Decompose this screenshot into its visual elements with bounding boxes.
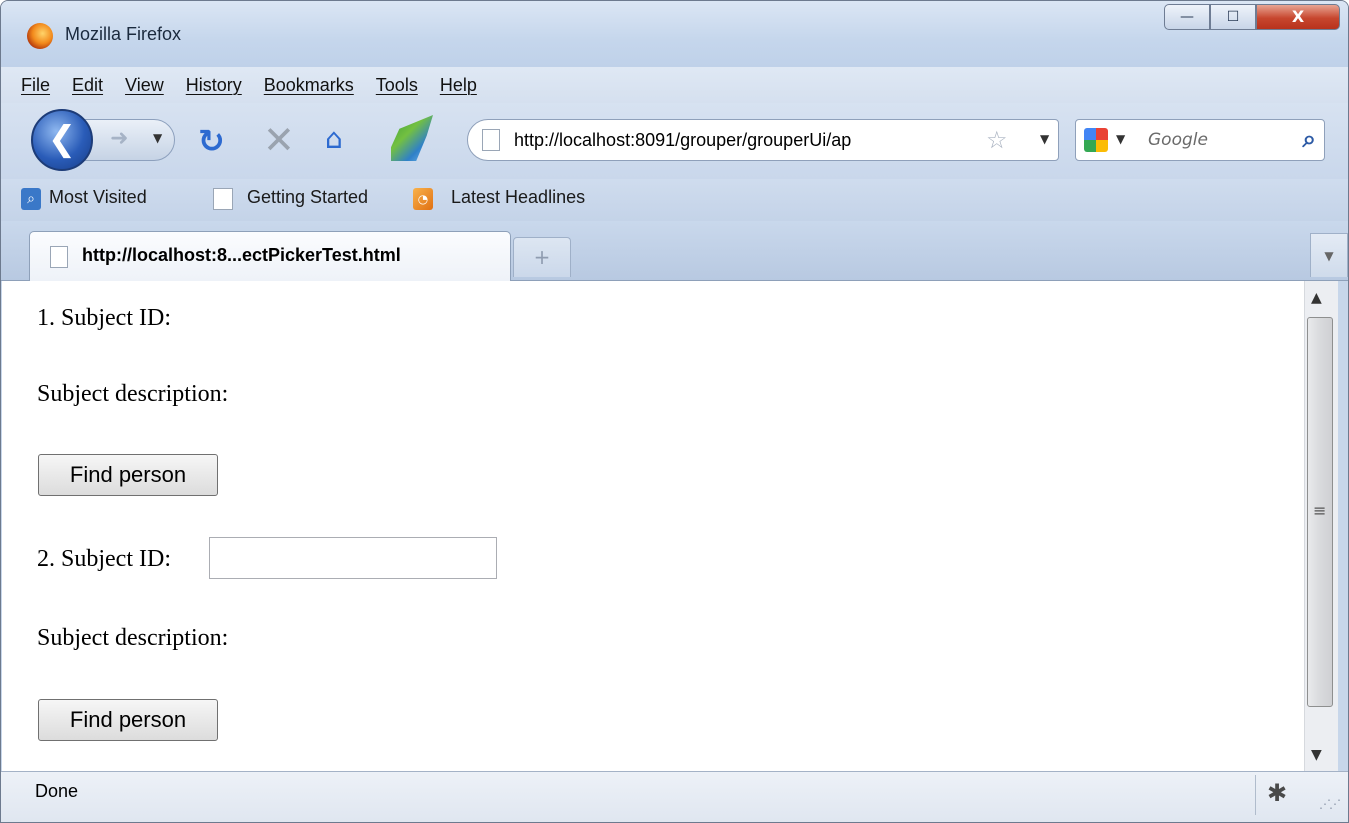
stop-icon[interactable]: ✕	[263, 118, 295, 162]
status-text: Done	[35, 781, 79, 801]
history-dropdown-icon[interactable]: ▼	[153, 131, 162, 145]
search-input[interactable]: Google	[1148, 130, 1208, 150]
page-content	[2, 281, 1304, 771]
search-engine-dropdown-icon[interactable]: ▼	[1116, 132, 1125, 146]
tab-active[interactable]: http://localhost:8...ectPickerTest.html	[29, 231, 511, 281]
find-person-button-2[interactable]: Find person	[38, 699, 218, 741]
bookmark-getting-started[interactable]: Getting Started	[247, 187, 368, 208]
search-bar[interactable]: ▼ Google ⌕	[1075, 119, 1325, 161]
page-icon	[213, 188, 233, 210]
forward-icon: ➜	[110, 126, 129, 151]
back-button[interactable]: ❮	[31, 109, 93, 171]
bookmark-latest-headlines[interactable]: Latest Headlines	[451, 187, 585, 208]
scroll-up-icon[interactable]: ▲	[1311, 290, 1322, 306]
search-engine-icon[interactable]	[1084, 128, 1108, 152]
window-title: Mozilla Firefox	[65, 24, 182, 44]
back-icon: ❮	[47, 119, 77, 159]
scroll-down-icon[interactable]: ▼	[1311, 747, 1322, 763]
reload-icon[interactable]: ↻	[198, 122, 225, 160]
chevron-down-icon: ▼	[1324, 249, 1334, 263]
menu-bar: File Edit View History Bookmarks Tools H…	[1, 67, 1348, 103]
search-icon[interactable]: ⌕	[1303, 125, 1316, 153]
bookmark-most-visited[interactable]: Most Visited	[49, 187, 147, 208]
url-input[interactable]: http://localhost:8091/grouper/grouperUi/…	[514, 130, 851, 151]
most-visited-icon: ⌕	[21, 188, 41, 210]
new-tab-button[interactable]: +	[513, 237, 571, 277]
subject-description-label-1: Subject description:	[37, 381, 229, 407]
subject-id-input-2[interactable]	[209, 537, 497, 579]
url-bar[interactable]: http://localhost:8091/grouper/grouperUi/…	[467, 119, 1059, 161]
scrollbar-grip-icon: ≡	[1313, 501, 1327, 520]
status-divider	[1255, 775, 1256, 815]
star-icon[interactable]: ☆	[986, 126, 1008, 154]
menu-file[interactable]: File	[21, 75, 50, 96]
find-person-button-1[interactable]: Find person	[38, 454, 218, 496]
title-bar	[1, 1, 1348, 67]
rss-icon: ◔	[413, 188, 433, 210]
tab-label: http://localhost:8...ectPickerTest.html	[82, 245, 401, 265]
maximize-button[interactable]: ☐	[1210, 4, 1256, 30]
bookmarks-toolbar	[1, 179, 1348, 221]
window-controls: — ☐ X	[1164, 4, 1340, 30]
page-icon	[482, 129, 500, 151]
minimize-button[interactable]: —	[1164, 4, 1210, 30]
menu-edit[interactable]: Edit	[72, 75, 103, 96]
url-dropdown-icon[interactable]: ▼	[1040, 132, 1049, 146]
subject-id-label-1: 1. Subject ID:	[37, 305, 171, 331]
menu-tools[interactable]: Tools	[376, 75, 418, 96]
browser-window: Mozilla Firefox — ☐ X File Edit View His…	[0, 0, 1349, 823]
menu-view[interactable]: View	[125, 75, 164, 96]
plus-icon: +	[533, 245, 551, 269]
menu-bookmarks[interactable]: Bookmarks	[264, 75, 354, 96]
menu-history[interactable]: History	[186, 75, 242, 96]
resize-grip-icon[interactable]: ⋰⋰	[1319, 797, 1341, 811]
tab-list-button[interactable]: ▼	[1310, 233, 1348, 277]
subject-description-label-2: Subject description:	[37, 625, 229, 651]
firefox-icon	[27, 23, 53, 49]
close-button[interactable]: X	[1256, 4, 1340, 30]
home-icon[interactable]: ⌂	[325, 122, 343, 155]
status-bar	[1, 771, 1348, 822]
subject-id-label-2: 2. Subject ID:	[37, 546, 171, 572]
page-icon	[50, 246, 68, 268]
bug-icon[interactable]: ✱	[1267, 779, 1287, 807]
menu-help[interactable]: Help	[440, 75, 477, 96]
